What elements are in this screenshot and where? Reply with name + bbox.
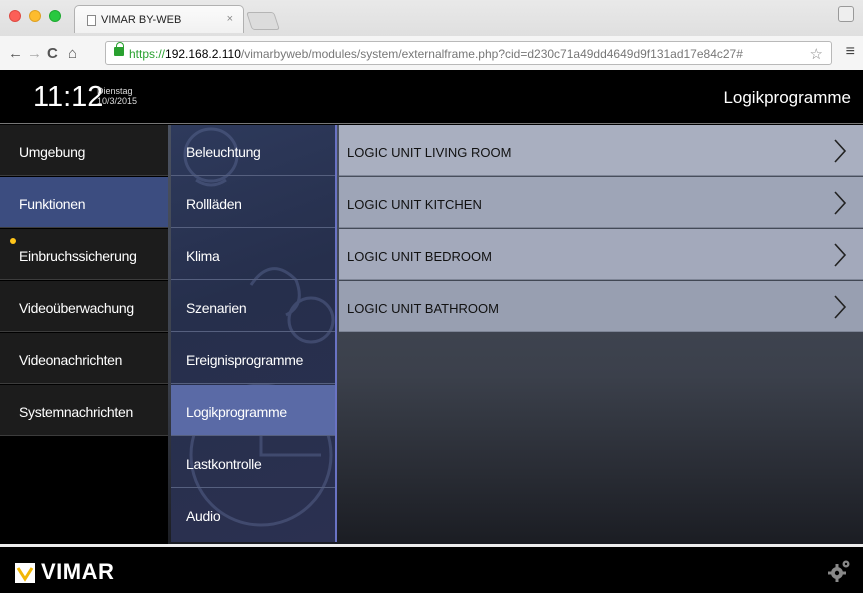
- zoom-window-button[interactable]: [49, 10, 61, 22]
- chevron-right-icon: [834, 295, 847, 319]
- logic-unit-list: LOGIC UNIT LIVING ROOM LOGIC UNIT KITCHE…: [339, 125, 863, 544]
- reload-icon[interactable]: C: [47, 45, 58, 62]
- submenu-item-logikprogramme[interactable]: Logikprogramme: [171, 385, 335, 436]
- new-tab-button[interactable]: [246, 12, 280, 30]
- logic-unit-label: LOGIC UNIT BATHROOM: [347, 301, 499, 316]
- chevron-right-icon: [834, 139, 847, 163]
- alert-indicator-icon: [10, 238, 16, 244]
- settings-gear-icon[interactable]: [827, 559, 851, 583]
- menu-item-systemnachrichten[interactable]: Systemnachrichten: [0, 385, 168, 436]
- tab-close-icon[interactable]: ×: [227, 13, 233, 25]
- submenu-item-lastkontrolle[interactable]: Lastkontrolle: [171, 437, 335, 488]
- submenu-item-label: Beleuchtung: [186, 144, 261, 160]
- menu-item-funktionen[interactable]: Funktionen: [0, 177, 168, 228]
- submenu-item-audio[interactable]: Audio: [171, 489, 335, 540]
- date: 10/3/2015: [97, 96, 138, 106]
- browser-tab[interactable]: VIMAR BY-WEB ×: [74, 5, 244, 33]
- address-bar[interactable]: https://192.168.2.110/vimarbyweb/modules…: [105, 41, 832, 65]
- chevron-right-icon: [834, 191, 847, 215]
- logic-unit-row[interactable]: LOGIC UNIT LIVING ROOM: [339, 125, 863, 176]
- logic-unit-label: LOGIC UNIT BEDROOM: [347, 249, 492, 264]
- app-header: 11:12 Dienstag 10/3/2015 Logikprogramme: [0, 70, 863, 124]
- submenu-item-rolllaeden[interactable]: Rollläden: [171, 177, 335, 228]
- vimar-logo-icon: [15, 563, 35, 583]
- submenu-item-label: Logikprogramme: [186, 404, 287, 420]
- menu-item-label: Funktionen: [19, 196, 86, 212]
- menu-item-label: Einbruchssicherung: [19, 248, 137, 264]
- main-area: Umgebung Funktionen Einbruchssicherung V…: [0, 125, 863, 544]
- submenu-item-beleuchtung[interactable]: Beleuchtung: [171, 125, 335, 176]
- menu-item-label: Videonachrichten: [19, 352, 123, 368]
- lock-icon: [114, 42, 124, 56]
- submenu-item-label: Rollläden: [186, 196, 242, 212]
- url-path: /vimarbyweb/modules/system/externalframe…: [240, 47, 743, 61]
- close-window-button[interactable]: [9, 10, 21, 22]
- profile-icon[interactable]: [838, 6, 854, 22]
- url-text[interactable]: https://192.168.2.110/vimarbyweb/modules…: [129, 47, 743, 61]
- submenu-item-szenarien[interactable]: Szenarien: [171, 281, 335, 332]
- menu-item-label: Systemnachrichten: [19, 404, 133, 420]
- logic-unit-row[interactable]: LOGIC UNIT BATHROOM: [339, 281, 863, 332]
- logic-unit-row[interactable]: LOGIC UNIT KITCHEN: [339, 177, 863, 228]
- menu-item-umgebung[interactable]: Umgebung: [0, 125, 168, 176]
- menu-item-label: Umgebung: [19, 144, 86, 160]
- minimize-window-button[interactable]: [29, 10, 41, 22]
- weekday: Dienstag: [97, 86, 133, 96]
- date-display: Dienstag 10/3/2015: [97, 86, 137, 106]
- url-scheme: https://: [129, 47, 166, 61]
- submenu-item-label: Klima: [186, 248, 220, 264]
- vimar-logo-text: VIMAR: [41, 559, 115, 584]
- logic-unit-row[interactable]: LOGIC UNIT BEDROOM: [339, 229, 863, 280]
- logic-unit-label: LOGIC UNIT KITCHEN: [347, 197, 482, 212]
- url-host: 192.168.2.110: [165, 47, 241, 61]
- menu-item-videonachrichten[interactable]: Videonachrichten: [0, 333, 168, 384]
- tab-title: VIMAR BY-WEB: [101, 14, 182, 26]
- menu-item-label: Videoüberwachung: [19, 300, 134, 316]
- clock-time: 11:12: [33, 81, 104, 113]
- submenu-item-label: Audio: [186, 508, 221, 524]
- forward-icon[interactable]: →: [27, 45, 42, 62]
- browser-menu-icon[interactable]: ≡: [846, 43, 855, 61]
- submenu-item-label: Ereignisprogramme: [186, 352, 304, 368]
- menu-item-videoueberwachung[interactable]: Videoüberwachung: [0, 281, 168, 332]
- page-icon: [87, 15, 96, 26]
- main-menu: Umgebung Funktionen Einbruchssicherung V…: [0, 125, 168, 544]
- submenu-item-klima[interactable]: Klima: [171, 229, 335, 280]
- submenu-item-ereignisprogramme[interactable]: Ereignisprogramme: [171, 333, 335, 384]
- logic-unit-label: LOGIC UNIT LIVING ROOM: [347, 145, 512, 160]
- submenu-item-label: Lastkontrolle: [186, 456, 262, 472]
- chevron-right-icon: [834, 243, 847, 267]
- bookmark-star-icon[interactable]: ☆: [810, 45, 823, 63]
- function-submenu: Beleuchtung Rollläden Klima Szenarien Er…: [171, 125, 337, 542]
- submenu-item-label: Szenarien: [186, 300, 247, 316]
- browser-toolbar: ← → C ⌂ https://192.168.2.110/vimarbyweb…: [0, 36, 863, 70]
- app-footer: VIMAR: [0, 544, 863, 593]
- page-title: Logikprogramme: [723, 88, 851, 107]
- browser-chrome: VIMAR BY-WEB × ← → C ⌂ https://192.168.2…: [0, 0, 863, 70]
- back-icon[interactable]: ←: [8, 45, 23, 62]
- home-icon[interactable]: ⌂: [68, 45, 77, 62]
- menu-item-einbruchssicherung[interactable]: Einbruchssicherung: [0, 229, 168, 280]
